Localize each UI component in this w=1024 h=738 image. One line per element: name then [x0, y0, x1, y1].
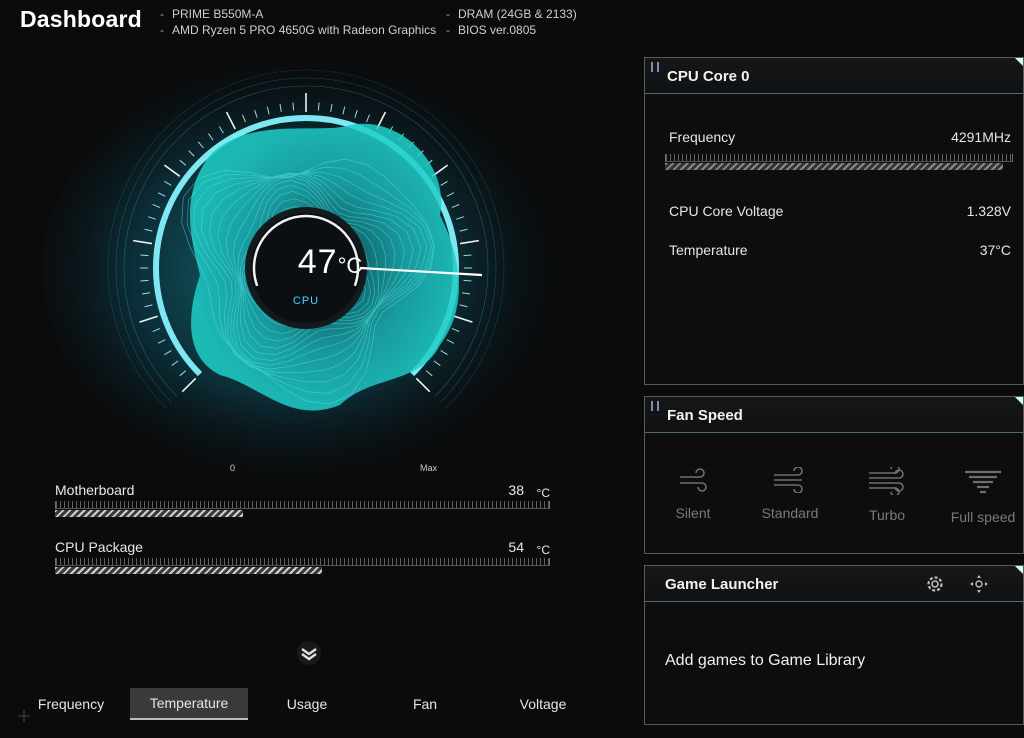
- fan-mode-turbo[interactable]: Turbo: [847, 467, 927, 523]
- panel-title: Game Launcher: [665, 576, 779, 593]
- frequency-scale: [665, 154, 1013, 162]
- wind-turbo-icon: [869, 467, 904, 495]
- frequency-value: 4291MHz: [951, 129, 1011, 145]
- sensor-name: CPU Package: [55, 539, 143, 555]
- sensor-scale: [55, 501, 550, 509]
- frequency-row: Frequency 4291MHz: [669, 129, 1011, 145]
- sensor-scale: [55, 558, 550, 566]
- sensor-level-bar: [55, 510, 243, 517]
- panel-header: CPU Core 0: [645, 58, 1023, 94]
- fan-mode-silent[interactable]: Silent: [653, 467, 733, 521]
- frequency-level-bar: [665, 163, 1003, 170]
- cpu-temperature-gauge: 47°C CPU 0 Max: [20, 55, 620, 475]
- wind-silent-icon: [680, 468, 707, 492]
- sensor-unit: °C: [536, 543, 550, 557]
- fan-mode-label: Full speed: [950, 509, 1016, 525]
- panel-title: CPU Core 0: [667, 68, 750, 85]
- panel-title: Fan Speed: [667, 407, 743, 424]
- gauge-tick: [317, 102, 320, 111]
- panel-corner-icon: [1015, 58, 1023, 66]
- tab-usage[interactable]: Usage: [248, 688, 366, 720]
- fan-mode-standard[interactable]: Standard: [750, 467, 830, 521]
- sensor-motherboard: Motherboard 38 °C: [55, 482, 550, 518]
- drag-grip-icon[interactable]: [651, 401, 659, 411]
- cpu-model: AMD Ryzen 5 PRO 4650G with Radeon Graphi…: [160, 22, 436, 38]
- tab-temperature[interactable]: Temperature: [130, 688, 248, 720]
- frequency-label: Frequency: [669, 129, 736, 145]
- wind-standard-icon: [774, 467, 803, 493]
- panel-corner-icon: [1015, 566, 1023, 574]
- sensor-cpu-package: CPU Package 54 °C: [55, 539, 550, 575]
- wind-full-icon: [965, 470, 1001, 494]
- sensor-value: 54: [508, 539, 524, 555]
- fan-mode-label: Turbo: [868, 507, 906, 523]
- sensor-unit: °C: [536, 486, 550, 500]
- gauge-value: 47: [297, 243, 338, 281]
- sensor-value: 38: [508, 482, 524, 498]
- system-info-right: DRAM (24GB & 2133) BIOS ver.0805: [446, 6, 577, 38]
- voltage-label: CPU Core Voltage: [669, 203, 784, 219]
- panel-header: Game Launcher: [645, 566, 1023, 602]
- voltage-value: 1.328V: [966, 203, 1011, 219]
- gear-icon[interactable]: [924, 573, 946, 595]
- gauge-readout: 47°C: [270, 243, 390, 282]
- gauge-tick: [463, 279, 472, 282]
- temperature-row: Temperature 37°C: [669, 242, 1011, 258]
- chevron-down-icon[interactable]: [296, 640, 322, 666]
- panel-corner-icon: [1015, 397, 1023, 405]
- temperature-value: 37°C: [979, 242, 1011, 258]
- gauge-label: CPU: [292, 295, 320, 307]
- system-info-left: PRIME B550M-A AMD Ryzen 5 PRO 4650G with…: [160, 6, 436, 38]
- panel-header: Fan Speed: [645, 397, 1023, 433]
- empty-library-message: Add games to Game Library: [665, 652, 866, 669]
- sensor-name: Motherboard: [55, 482, 135, 498]
- sensor-level-bar: [55, 567, 322, 574]
- move-handle-icon[interactable]: [18, 710, 30, 722]
- game-launcher-panel: Game Launcher Add games to Game Library: [644, 565, 1024, 725]
- tab-voltage[interactable]: Voltage: [484, 688, 602, 720]
- move-arrows-icon[interactable]: [968, 573, 990, 595]
- gauge-tick: [292, 102, 295, 111]
- monitor-tabs: Frequency Temperature Usage Fan Voltage: [12, 688, 617, 720]
- bios-version: BIOS ver.0805: [446, 22, 577, 38]
- gauge-min-label: 0: [230, 463, 236, 473]
- gauge-tick: [463, 254, 472, 257]
- motherboard-model: PRIME B550M-A: [160, 6, 436, 22]
- gauge-max-label: Max: [420, 463, 438, 473]
- drag-grip-icon[interactable]: [651, 62, 659, 72]
- tab-fan[interactable]: Fan: [366, 688, 484, 720]
- dram-info: DRAM (24GB & 2133): [446, 6, 577, 22]
- temperature-label: Temperature: [669, 242, 748, 258]
- page-title: Dashboard: [20, 6, 142, 32]
- gauge-tick: [140, 279, 149, 282]
- gauge-tick: [140, 254, 149, 257]
- fan-mode-label: Silent: [675, 505, 711, 521]
- fan-mode-label: Standard: [761, 505, 819, 521]
- voltage-row: CPU Core Voltage 1.328V: [669, 203, 1011, 219]
- fan-speed-panel: Fan Speed Silent Standard Turbo Full spe…: [644, 396, 1024, 554]
- fan-mode-full-speed[interactable]: Full speed: [943, 467, 1023, 525]
- cpu-core-panel: CPU Core 0 Frequency 4291MHz CPU Core Vo…: [644, 57, 1024, 385]
- gauge-unit: °C: [337, 253, 363, 278]
